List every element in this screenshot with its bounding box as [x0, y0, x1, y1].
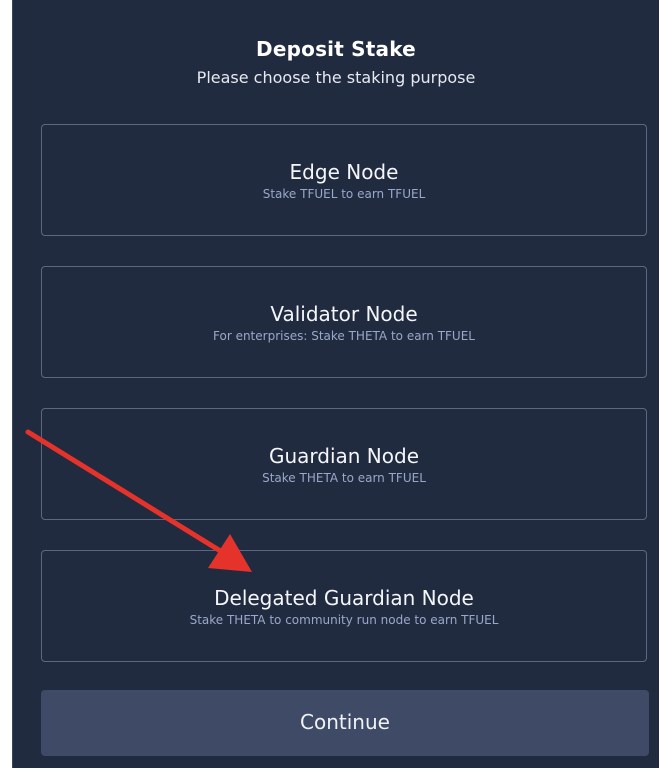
option-name: Guardian Node	[268, 444, 420, 468]
option-description: Stake THETA to earn TFUEL	[262, 471, 426, 485]
option-name: Edge Node	[289, 160, 399, 184]
option-delegated-guardian-node[interactable]: Delegated Guardian Node Stake THETA to c…	[41, 550, 647, 662]
option-edge-node[interactable]: Edge Node Stake TFUEL to earn TFUEL	[41, 124, 647, 236]
deposit-stake-dialog: Deposit Stake Please choose the staking …	[12, 0, 659, 768]
dialog-header: Deposit Stake Please choose the staking …	[13, 36, 659, 88]
option-validator-node[interactable]: Validator Node For enterprises: Stake TH…	[41, 266, 647, 378]
option-description: Stake THETA to community run node to ear…	[189, 613, 499, 627]
option-name: Delegated Guardian Node	[214, 586, 474, 610]
option-description: For enterprises: Stake THETA to earn TFU…	[213, 329, 475, 343]
dialog-subtitle: Please choose the staking purpose	[196, 68, 476, 87]
option-guardian-node[interactable]: Guardian Node Stake THETA to earn TFUEL	[41, 408, 647, 520]
option-name: Validator Node	[270, 302, 418, 326]
continue-button[interactable]: Continue	[41, 690, 649, 756]
option-description: Stake TFUEL to earn TFUEL	[262, 187, 426, 201]
dialog-title: Deposit Stake	[256, 37, 416, 61]
